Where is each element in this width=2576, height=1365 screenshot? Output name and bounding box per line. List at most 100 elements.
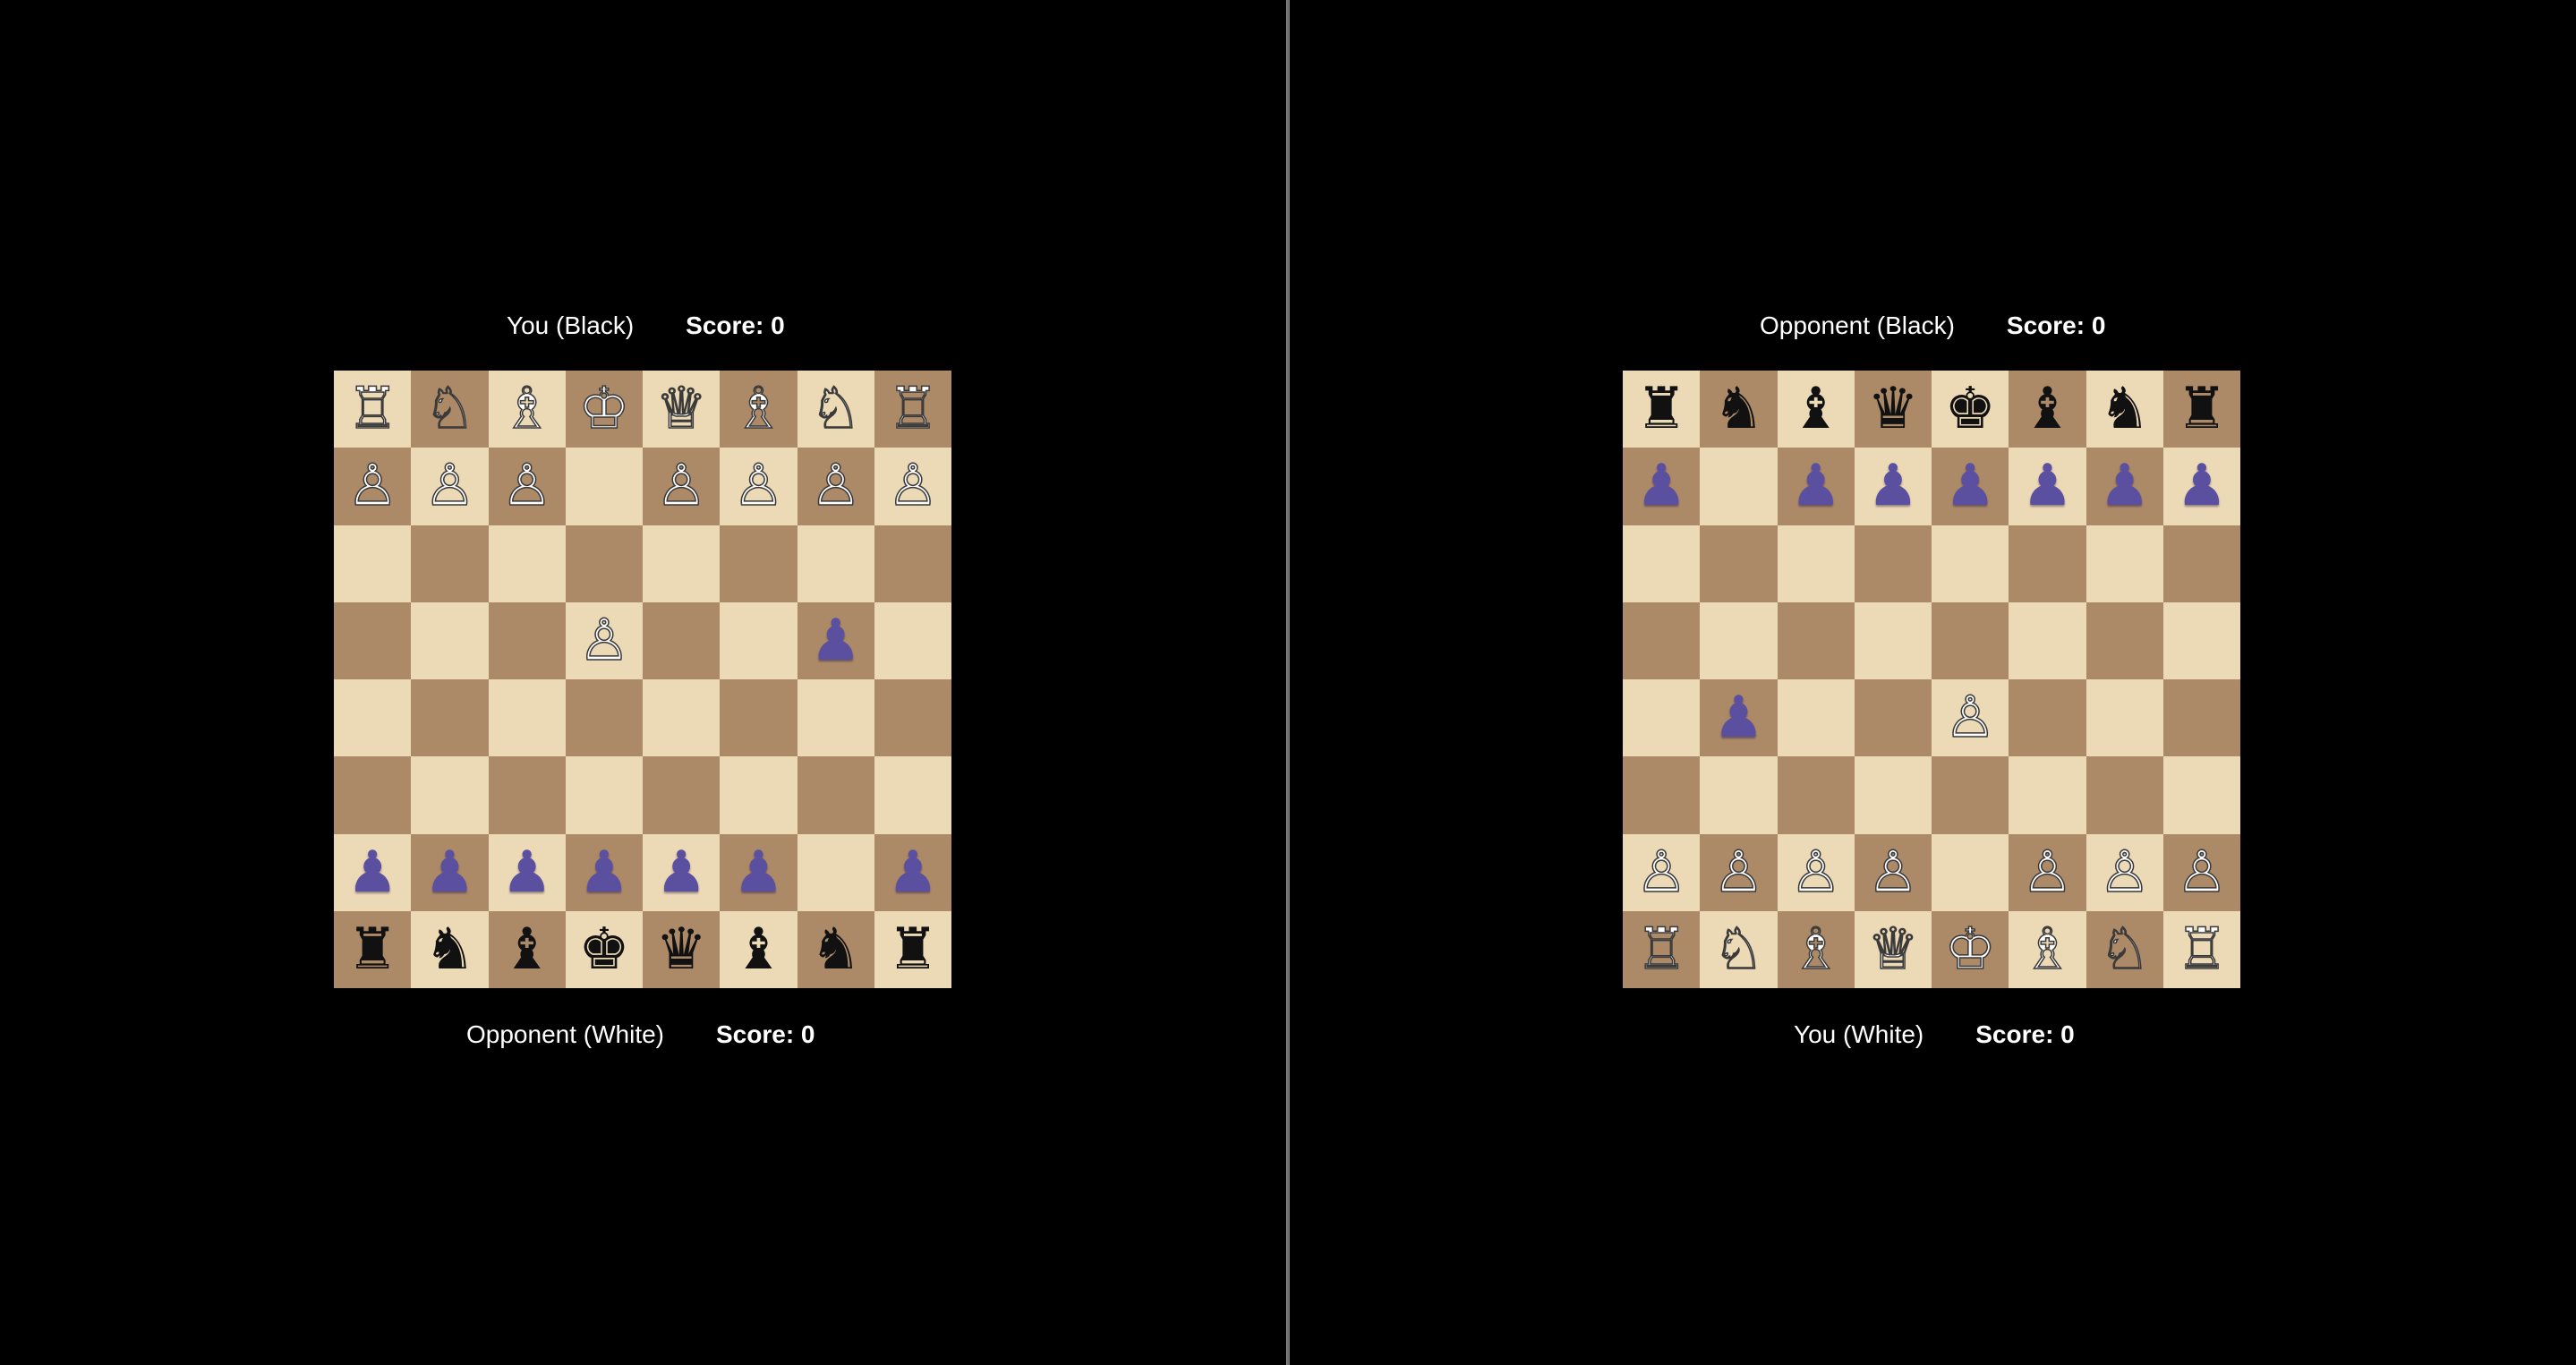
square-c8[interactable]: ♗ [488,371,566,448]
white-pawn-icon[interactable]: ♙ [1944,688,1997,747]
square-b7[interactable]: ♙ [411,448,489,525]
square-g6[interactable] [2086,525,2163,602]
square-h5[interactable] [874,601,951,679]
square-c5[interactable] [488,601,566,679]
purple-pawn-icon[interactable]: ♟ [1867,457,1918,515]
square-h8[interactable]: ♖ [874,371,951,448]
square-a1[interactable]: ♜ [334,910,412,988]
square-f1[interactable]: ♝ [720,910,798,988]
black-knight-icon[interactable]: ♞ [1713,380,1764,438]
square-e2[interactable] [1932,833,2009,911]
square-d8[interactable]: ♔ [565,371,643,448]
square-e8[interactable]: ♕ [643,371,721,448]
purple-pawn-icon[interactable]: ♟ [1635,457,1686,515]
square-a6[interactable] [334,525,412,602]
white-bishop-icon[interactable]: ♗ [500,380,553,439]
white-pawn-icon[interactable]: ♙ [732,457,785,516]
square-d5[interactable] [1854,601,1932,679]
square-g4[interactable] [2086,679,2163,757]
white-pawn-icon[interactable]: ♙ [2098,843,2151,902]
square-b4[interactable] [411,679,489,757]
square-e2[interactable]: ♟ [643,833,721,911]
purple-pawn-icon[interactable]: ♟ [501,844,552,901]
square-g2[interactable] [797,833,874,911]
square-h6[interactable] [2162,525,2240,602]
square-b5[interactable] [1700,601,1778,679]
purple-pawn-icon[interactable]: ♟ [2099,457,2150,515]
square-a8[interactable]: ♜ [1623,371,1701,448]
square-g4[interactable] [797,679,874,757]
white-pawn-icon[interactable]: ♙ [655,457,708,516]
square-c6[interactable] [488,525,566,602]
square-g8[interactable]: ♘ [797,371,874,448]
white-pawn-icon[interactable]: ♙ [346,457,399,516]
square-d4[interactable] [1854,679,1932,757]
square-c3[interactable] [1777,756,1855,834]
square-b2[interactable]: ♟ [411,833,489,911]
square-e6[interactable] [643,525,721,602]
square-d1[interactable]: ♕ [1854,910,1932,988]
purple-pawn-icon[interactable]: ♟ [424,844,475,901]
square-a7[interactable]: ♟ [1623,448,1701,525]
black-king-icon[interactable]: ♚ [578,921,629,978]
square-g2[interactable]: ♙ [2086,833,2163,911]
square-h4[interactable] [2162,679,2240,757]
white-king-icon[interactable]: ♔ [1944,920,1997,979]
white-queen-icon[interactable]: ♕ [1866,920,1919,979]
square-f7[interactable]: ♙ [720,448,798,525]
square-c4[interactable] [488,679,566,757]
square-e7[interactable]: ♟ [1932,448,2009,525]
square-f6[interactable] [2009,525,2086,602]
purple-pawn-icon[interactable]: ♟ [1790,457,1841,515]
white-queen-icon[interactable]: ♕ [655,380,708,439]
square-e3[interactable] [1932,756,2009,834]
white-knight-icon[interactable]: ♘ [423,380,476,439]
square-g5[interactable]: ♟ [797,601,874,679]
black-bishop-icon[interactable]: ♝ [733,921,784,978]
square-b8[interactable]: ♞ [1700,371,1778,448]
square-g3[interactable] [797,756,874,834]
square-c5[interactable] [1777,601,1855,679]
square-f8[interactable]: ♗ [720,371,798,448]
white-rook-icon[interactable]: ♖ [1635,920,1688,979]
square-d2[interactable]: ♙ [1854,833,1932,911]
square-d8[interactable]: ♛ [1854,371,1932,448]
square-a4[interactable] [334,679,412,757]
square-d7[interactable]: ♟ [1854,448,1932,525]
purple-pawn-icon[interactable]: ♟ [2022,457,2073,515]
purple-pawn-icon[interactable]: ♟ [2176,457,2227,515]
square-c2[interactable]: ♟ [488,833,566,911]
square-b6[interactable] [1700,525,1778,602]
white-pawn-icon[interactable]: ♙ [809,457,862,516]
square-b3[interactable] [1700,756,1778,834]
square-f3[interactable] [2009,756,2086,834]
square-d5[interactable]: ♙ [565,601,643,679]
square-e1[interactable]: ♔ [1932,910,2009,988]
white-knight-icon[interactable]: ♘ [1712,920,1765,979]
square-a7[interactable]: ♙ [334,448,412,525]
purple-pawn-icon[interactable]: ♟ [887,844,938,901]
square-e8[interactable]: ♚ [1932,371,2009,448]
black-king-icon[interactable]: ♚ [1944,380,1995,438]
square-b5[interactable] [411,601,489,679]
black-knight-icon[interactable]: ♞ [2099,380,2150,438]
square-h2[interactable]: ♟ [874,833,951,911]
square-a3[interactable] [334,756,412,834]
square-h7[interactable]: ♟ [2162,448,2240,525]
square-e5[interactable] [643,601,721,679]
chess-board-left[interactable]: ♖ ♘ ♗ ♔ ♕ ♗ ♘ ♖ ♙ ♙ ♙ ♙ ♙ ♙ ♙ ♙ ♟ ♟ ♟ ♟ ♟ ♟ ♟ ♟ ♜ ♞ ♝ ♚ ♛ ♝ ♞ ♜ [334,371,951,988]
square-c7[interactable]: ♟ [1777,448,1855,525]
square-g5[interactable] [2086,601,2163,679]
purple-pawn-icon[interactable]: ♟ [578,844,629,901]
square-d2[interactable]: ♟ [565,833,643,911]
square-f2[interactable]: ♙ [2009,833,2086,911]
square-a2[interactable]: ♟ [334,833,412,911]
square-b8[interactable]: ♘ [411,371,489,448]
square-f5[interactable] [2009,601,2086,679]
square-a3[interactable] [1623,756,1701,834]
square-h6[interactable] [874,525,951,602]
square-f3[interactable] [720,756,798,834]
square-c2[interactable]: ♙ [1777,833,1855,911]
square-d3[interactable] [1854,756,1932,834]
square-d6[interactable] [565,525,643,602]
